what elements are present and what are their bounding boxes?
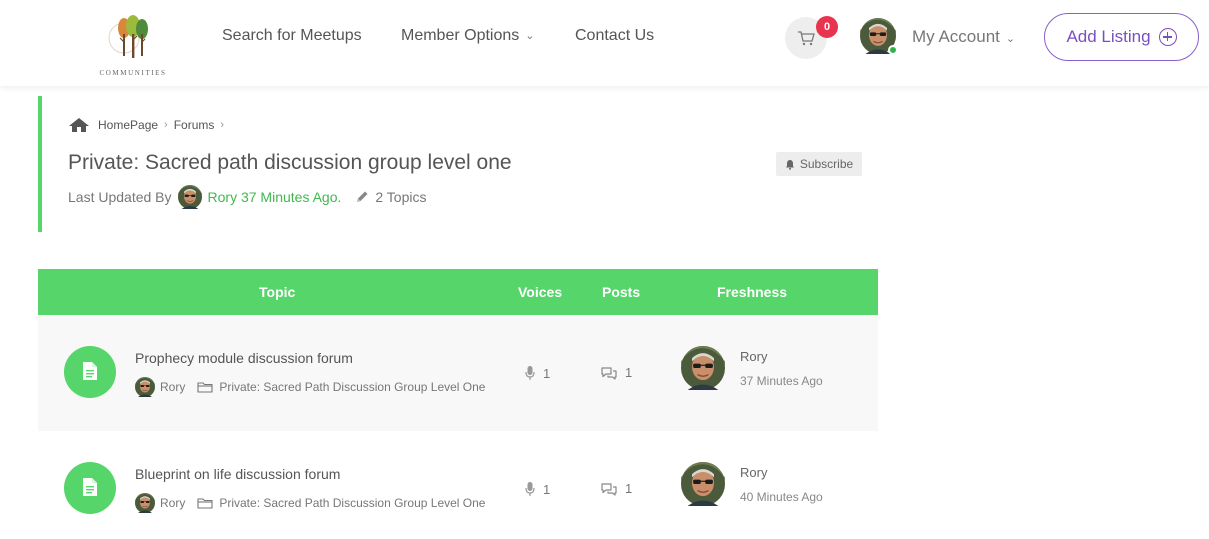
table-row: Prophecy module discussion forum Rory Pr… xyxy=(38,315,878,431)
online-status-indicator xyxy=(888,45,898,55)
subscribe-button[interactable]: Subscribe xyxy=(776,152,862,176)
topic-forum-link[interactable]: Private: Sacred Path Discussion Group Le… xyxy=(219,380,485,394)
topic-icon-button[interactable] xyxy=(64,462,116,514)
column-header-posts: Posts xyxy=(602,284,641,300)
nav-contact-us[interactable]: Contact Us xyxy=(575,27,654,45)
posts-count: 1 xyxy=(600,481,632,496)
topic-icon-button[interactable] xyxy=(64,346,116,398)
column-header-topic: Topic xyxy=(259,284,296,300)
posts-value: 1 xyxy=(625,365,633,380)
nav-search-meetups[interactable]: Search for Meetups xyxy=(222,27,362,45)
topic-meta: Rory Private: Sacred Path Discussion Gro… xyxy=(135,377,485,397)
freshness-author-link[interactable]: Rory xyxy=(740,465,767,480)
plus-circle-icon xyxy=(1158,28,1177,46)
forum-meta: Last Updated By Rory 37 Minutes Ago. 2 T… xyxy=(68,185,426,209)
topic-author-link[interactable]: Rory xyxy=(160,380,185,394)
subscribe-label: Subscribe xyxy=(799,157,854,171)
nav-contact-us-label: Contact Us xyxy=(575,27,655,44)
document-icon xyxy=(82,361,98,381)
posts-value: 1 xyxy=(625,481,633,496)
site-header: COMMUNITIES Search for Meetups Member Op… xyxy=(0,0,1209,86)
cart-count-badge: 0 xyxy=(816,16,838,38)
breadcrumb-forums[interactable]: Forums xyxy=(174,118,215,132)
topics-count: 2 Topics xyxy=(375,189,427,205)
logo-text: COMMUNITIES xyxy=(99,69,167,77)
chat-bubbles-icon xyxy=(600,482,618,496)
voices-value: 1 xyxy=(543,365,551,381)
topic-author-avatar[interactable] xyxy=(135,493,155,513)
my-account-menu[interactable]: My Account ⌄ xyxy=(912,27,1015,47)
breadcrumb-separator-icon: › xyxy=(220,119,225,131)
posts-count: 1 xyxy=(600,365,632,380)
voices-count: 1 xyxy=(524,481,550,497)
cart-icon xyxy=(798,31,815,46)
column-header-voices: Voices xyxy=(518,284,563,300)
voices-value: 1 xyxy=(543,481,551,497)
freshness-author-avatar[interactable] xyxy=(681,462,725,506)
folder-icon xyxy=(197,497,213,509)
forum-header: HomePage › Forums › Private: Sacred path… xyxy=(38,96,878,232)
nav-member-options[interactable]: Member Options ⌄ xyxy=(401,27,534,45)
topic-meta: Rory Private: Sacred Path Discussion Gro… xyxy=(135,493,485,513)
breadcrumb: HomePage › Forums › xyxy=(68,117,230,133)
freshness-time-link[interactable]: 37 Minutes Ago xyxy=(740,374,823,388)
microphone-icon xyxy=(524,365,536,381)
folder-icon xyxy=(197,381,213,393)
last-updated-author-link[interactable]: Rory 37 Minutes Ago. xyxy=(208,189,342,205)
pencil-icon xyxy=(357,191,368,202)
author-avatar[interactable] xyxy=(178,185,202,209)
topic-forum-link[interactable]: Private: Sacred Path Discussion Group Le… xyxy=(219,496,485,510)
trees-logo-icon xyxy=(108,15,148,58)
voices-count: 1 xyxy=(524,365,550,381)
chat-bubbles-icon xyxy=(600,366,618,380)
forum-title: Private: Sacred path discussion group le… xyxy=(68,151,512,174)
freshness-author-avatar[interactable] xyxy=(681,346,725,390)
breadcrumb-homepage[interactable]: HomePage xyxy=(98,118,158,132)
table-row: Blueprint on life discussion forum Rory … xyxy=(38,431,878,539)
add-listing-label: Add Listing xyxy=(1066,27,1151,46)
chevron-down-icon: ⌄ xyxy=(525,30,535,42)
freshness-time-link[interactable]: 40 Minutes Ago xyxy=(740,490,823,504)
add-listing-button[interactable]: Add Listing xyxy=(1044,13,1199,61)
my-account-label: My Account xyxy=(912,27,1000,46)
topic-author-avatar[interactable] xyxy=(135,377,155,397)
topic-title-link[interactable]: Prophecy module discussion forum xyxy=(135,350,353,366)
last-updated-prefix: Last Updated By xyxy=(68,189,172,205)
home-icon[interactable] xyxy=(68,117,90,133)
topics-table-header: Topic Voices Posts Freshness xyxy=(38,269,878,315)
topic-title-link[interactable]: Blueprint on life discussion forum xyxy=(135,466,340,482)
nav-member-options-label: Member Options xyxy=(401,27,520,44)
breadcrumb-separator-icon: › xyxy=(164,119,168,131)
bell-icon xyxy=(785,159,794,170)
nav-search-meetups-label: Search for Meetups xyxy=(222,27,362,44)
microphone-icon xyxy=(524,481,536,497)
column-header-freshness: Freshness xyxy=(717,284,788,300)
document-icon xyxy=(82,477,98,497)
topic-author-link[interactable]: Rory xyxy=(160,496,185,510)
site-logo[interactable]: COMMUNITIES xyxy=(88,12,178,78)
chevron-down-icon: ⌄ xyxy=(1005,33,1016,45)
freshness-author-link[interactable]: Rory xyxy=(740,349,767,364)
